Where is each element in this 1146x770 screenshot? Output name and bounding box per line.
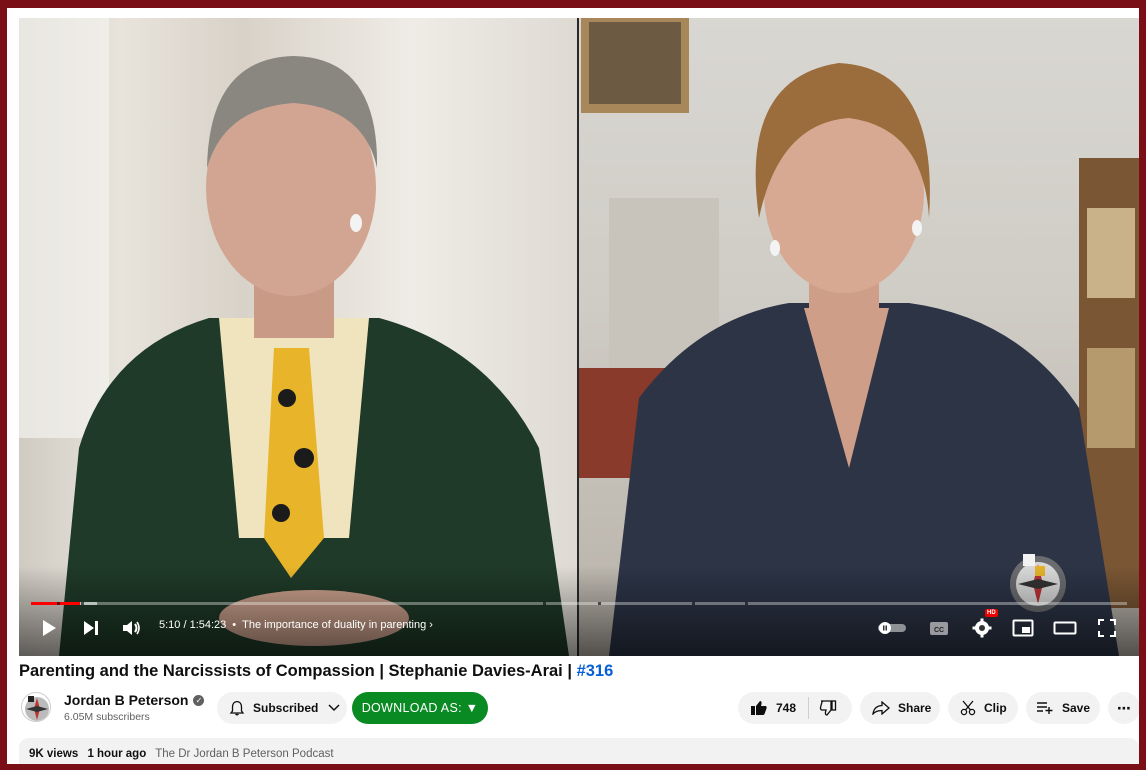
autoplay-toggle-icon bbox=[878, 622, 906, 634]
progress-played bbox=[31, 602, 80, 605]
subscriber-count: 6.05M subscribers bbox=[64, 711, 150, 723]
thumbs-up-icon bbox=[751, 701, 767, 715]
share-label: Share bbox=[898, 701, 932, 715]
time-current-duration: 5:10 / 1:54:23 bbox=[159, 619, 227, 631]
gear-icon bbox=[972, 618, 992, 638]
chapter-title[interactable]: The importance of duality in parenting bbox=[242, 619, 426, 631]
page-frame: 5:10 / 1:54:23 • The importance of duality… bbox=[7, 8, 1139, 764]
like-button[interactable] bbox=[750, 700, 768, 716]
settings-button[interactable]: HD bbox=[967, 609, 998, 642]
channel-name-text[interactable]: Jordan B Peterson bbox=[64, 692, 188, 708]
more-horizontal-icon: ⋯ bbox=[1117, 699, 1131, 716]
split-divider bbox=[577, 18, 579, 656]
more-actions-button[interactable]: ⋯ bbox=[1108, 692, 1139, 724]
dislike-button[interactable] bbox=[819, 700, 837, 716]
description-box[interactable]: 9K views 1 hour ago The Dr Jordan B Pete… bbox=[19, 738, 1139, 764]
time-display: 5:10 / 1:54:23 • The importance of duality… bbox=[159, 619, 433, 631]
chapter-marker bbox=[57, 602, 60, 605]
fullscreen-icon bbox=[1098, 619, 1116, 637]
next-button[interactable] bbox=[76, 614, 106, 642]
host-silhouette bbox=[19, 18, 569, 656]
like-divider bbox=[808, 697, 810, 719]
video-frame-left bbox=[19, 18, 579, 656]
theater-icon bbox=[1053, 621, 1077, 635]
save-label: Save bbox=[1062, 701, 1091, 715]
download-as-button[interactable]: DOWNLOAD AS: ▼ bbox=[352, 692, 488, 724]
subscribed-button[interactable]: Subscribed bbox=[217, 692, 347, 724]
subscribed-label: Subscribed bbox=[253, 701, 319, 715]
miniplayer-icon bbox=[1012, 619, 1034, 637]
volume-icon bbox=[123, 621, 140, 635]
hd-badge: HD bbox=[985, 609, 998, 617]
cc-icon: CC bbox=[930, 621, 948, 635]
channel-logo-icon bbox=[25, 696, 49, 721]
chapter-marker bbox=[692, 602, 695, 605]
separator-dot: • bbox=[232, 619, 237, 631]
upload-time: 1 hour ago bbox=[87, 748, 147, 760]
channel-name[interactable]: Jordan B Peterson ✓ bbox=[64, 692, 205, 708]
play-button[interactable] bbox=[34, 614, 64, 642]
like-dislike-group: 748 bbox=[738, 692, 852, 724]
chevron-down-icon bbox=[328, 704, 340, 712]
video-title: Parenting and the Narcissists of Compass… bbox=[19, 662, 613, 681]
chapter-marker bbox=[543, 602, 546, 605]
verified-check-icon: ✓ bbox=[193, 694, 205, 706]
captions-button[interactable]: CC bbox=[924, 614, 954, 642]
theater-mode-button[interactable] bbox=[1050, 614, 1080, 642]
like-count[interactable]: 748 bbox=[776, 701, 796, 715]
chapter-marker bbox=[81, 602, 84, 605]
clip-label: Clip bbox=[984, 701, 1007, 715]
thumbs-down-icon bbox=[819, 700, 837, 716]
scissors-icon bbox=[960, 700, 976, 716]
share-arrow-icon bbox=[872, 701, 890, 715]
progress-bar[interactable] bbox=[31, 602, 1127, 605]
playlist-link[interactable]: The Dr Jordan B Peterson Podcast bbox=[155, 748, 333, 760]
autoplay-toggle[interactable] bbox=[877, 614, 907, 642]
svg-text:CC: CC bbox=[934, 627, 944, 634]
playlist-add-icon bbox=[1036, 701, 1054, 715]
chapter-marker bbox=[745, 602, 748, 605]
miniplayer-button[interactable] bbox=[1008, 614, 1038, 642]
clip-button[interactable]: Clip bbox=[948, 692, 1018, 724]
save-button[interactable]: Save bbox=[1026, 692, 1100, 724]
share-button[interactable]: Share bbox=[860, 692, 940, 724]
video-player[interactable]: 5:10 / 1:54:23 • The importance of duality… bbox=[19, 18, 1139, 656]
chapter-marker bbox=[598, 602, 601, 605]
channel-avatar[interactable] bbox=[21, 692, 51, 722]
next-icon bbox=[84, 621, 98, 635]
volume-button[interactable] bbox=[117, 614, 147, 642]
controls-gradient bbox=[19, 566, 1139, 656]
play-icon bbox=[43, 620, 56, 636]
video-hashtag-link[interactable]: #316 bbox=[577, 662, 614, 680]
bell-icon bbox=[229, 700, 245, 716]
fullscreen-button[interactable] bbox=[1092, 614, 1122, 642]
chevron-right-icon[interactable]: › bbox=[429, 619, 433, 631]
video-title-text: Parenting and the Narcissists of Compass… bbox=[19, 662, 577, 680]
view-count: 9K views bbox=[29, 748, 79, 760]
